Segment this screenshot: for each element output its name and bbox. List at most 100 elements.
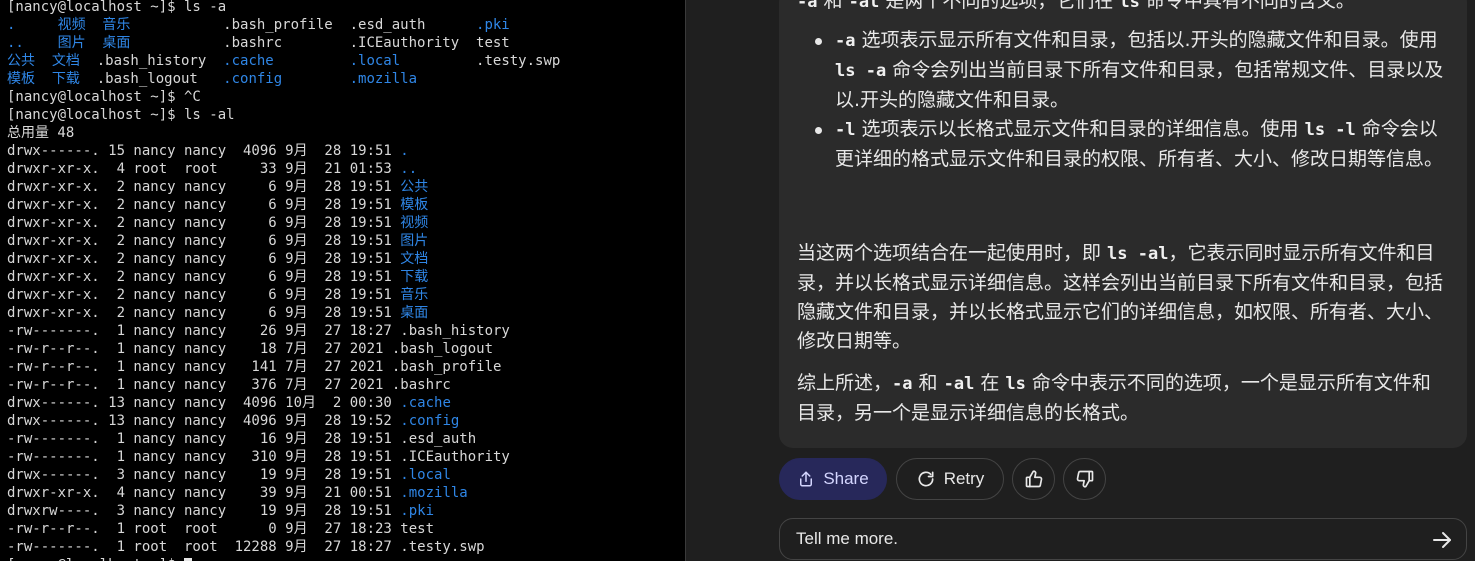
directory-name: 下载 (400, 269, 429, 285)
bullet-dot (815, 127, 822, 134)
terminal-text: [nancy@localhost ~]$ ls -al (7, 107, 235, 123)
inline-code: -a (797, 0, 818, 12)
inline-code: -l (835, 120, 856, 140)
directory-name: .. (7, 35, 58, 51)
text-run: 综上所述， (797, 372, 893, 394)
text-run: 和 (912, 372, 944, 394)
directory-name: .mozilla (400, 485, 468, 501)
terminal-text: -rw-r--r--. 1 nancy nancy 18 7月 27 2021 … (7, 341, 494, 357)
text-run: 和 (817, 0, 849, 12)
terminal-text: drwx------. 15 nancy nancy 4096 9月 28 19… (7, 143, 401, 159)
terminal-line: -rw-------. 1 nancy nancy 16 9月 28 19:51… (7, 430, 560, 448)
directory-name: 音乐 (400, 287, 429, 303)
thumbs-up-button[interactable] (1012, 458, 1055, 500)
thumbs-up-icon (1024, 469, 1044, 489)
terminal-line: -rw-r--r--. 1 nancy nancy 376 7月 27 2021… (7, 376, 560, 394)
inline-code: -a (892, 374, 913, 394)
terminal-text: [nancy@localhost ~]$ ls -a (7, 0, 227, 15)
terminal-line: -rw-r--r--. 1 nancy nancy 18 7月 27 2021 … (7, 340, 560, 358)
inline-code: -al (943, 374, 975, 394)
directory-name: 图片 (400, 233, 429, 249)
terminal-line: -rw-------. 1 nancy nancy 26 9月 27 18:27… (7, 322, 560, 340)
inline-code: -a (835, 31, 856, 51)
chat-panel: -a 和 -al 是两个不同的选项，它们在 ls 命令中具有不同的含义。 -a … (686, 0, 1475, 561)
text-run: 是两个不同的选项，它们在 (879, 0, 1120, 12)
terminal-line: [nancy@localhost ~]$ ls -a (7, 0, 560, 16)
share-icon (797, 470, 815, 488)
terminal-text: 总用量 48 (7, 125, 75, 141)
terminal-text: drwxr-xr-x. 2 nancy nancy 6 9月 28 19:51 (7, 287, 401, 303)
directory-name: 模板 下载 (7, 71, 80, 87)
arrow-right-icon (1430, 532, 1454, 556)
terminal-line: drwxr-xr-x. 2 nancy nancy 6 9月 28 19:51 … (7, 286, 560, 304)
terminal-text: drwxr-xr-x. 4 nancy nancy 39 9月 21 00:51 (7, 485, 401, 501)
terminal-text: -rw-r--r--. 1 nancy nancy 141 7月 27 2021… (7, 359, 502, 375)
terminal-text: drwxr-xr-x. 2 nancy nancy 6 9月 28 19:51 (7, 197, 401, 213)
terminal-line: [nancy@localhost ~]$ ls -al (7, 106, 560, 124)
retry-icon (916, 469, 936, 489)
text-run: 命令中具有不同的含义。 (1139, 0, 1355, 12)
retry-button[interactable]: Retry (896, 458, 1004, 500)
terminal-line: drwx------. 3 nancy nancy 19 9月 28 19:51… (7, 466, 560, 484)
directory-name: 视频 (400, 215, 429, 231)
chat-input-box (779, 518, 1467, 560)
terminal-line: .. 图片 桌面 .bashrc .ICEauthority test (7, 34, 560, 52)
terminal-text: drwxr-xr-x. 2 nancy nancy 6 9月 28 19:51 (7, 215, 401, 231)
terminal-line: -rw-r--r--. 1 root root 0 9月 27 18:23 te… (7, 520, 560, 538)
terminal-line: drwxr-xr-x. 2 nancy nancy 6 9月 28 19:51 … (7, 232, 560, 250)
terminal-text: drwx------. 13 nancy nancy 4096 10月 2 00… (7, 395, 401, 411)
terminal-text: drwxr-xr-x. 2 nancy nancy 6 9月 28 19:51 (7, 305, 401, 321)
answer-bullet-list: -a 选项表示显示所有文件和目录，包括以.开头的隐藏文件和目录。使用 ls -a… (797, 26, 1447, 174)
directory-name: 公共 文档 (7, 53, 80, 69)
chat-input[interactable] (796, 519, 1416, 559)
inline-code: ls -a (835, 61, 887, 81)
bullet-dot (815, 38, 822, 45)
terminal-line: [nancy@localhost ~]$ ^C (7, 88, 560, 106)
terminal-text: .bash_profile .esd_auth (130, 17, 477, 33)
terminal-window[interactable]: [nancy@localhost ~]$ ls -a. 视频 音乐 .bash_… (0, 0, 685, 561)
terminal-line: . 视频 音乐 .bash_profile .esd_auth .pki (7, 16, 560, 34)
inline-code: ls -al (1107, 244, 1169, 264)
directory-name: . (400, 143, 409, 159)
answer-intro: -a 和 -al 是两个不同的选项，它们在 ls 命令中具有不同的含义。 (797, 0, 1447, 17)
directory-name: .local (400, 467, 451, 483)
directory-name: 视频 音乐 (57, 17, 131, 33)
terminal-output: [nancy@localhost ~]$ ls -a. 视频 音乐 .bash_… (7, 0, 560, 561)
thumbs-down-button[interactable] (1063, 458, 1106, 500)
terminal-line: drwxr-xr-x. 2 nancy nancy 6 9月 28 19:51 … (7, 304, 560, 322)
terminal-line: -rw-------. 1 root root 12288 9月 27 18:2… (7, 538, 560, 556)
terminal-line: -rw-r--r--. 1 nancy nancy 141 7月 27 2021… (7, 358, 560, 376)
directory-name: .. (400, 161, 418, 177)
answer-bullet-l: -l 选项表示以长格式显示文件和目录的详细信息。使用 ls -l 命令会以更详细… (797, 115, 1447, 174)
directory-name: .cache (223, 53, 274, 69)
directory-name: 文档 (400, 251, 429, 267)
inline-code: ls (1005, 374, 1026, 394)
terminal-text: -rw-------. 1 nancy nancy 26 9月 27 18:27… (7, 323, 510, 339)
answer-bullet-a: -a 选项表示显示所有文件和目录，包括以.开头的隐藏文件和目录。使用 ls -a… (797, 26, 1447, 115)
terminal-text: drwxr-xr-x. 4 root root 33 9月 21 01:53 (7, 161, 401, 177)
directory-name: 桌面 (400, 305, 429, 321)
terminal-text: -rw-------. 1 nancy nancy 310 9月 28 19:5… (7, 449, 510, 465)
terminal-text: -rw-------. 1 root root 12288 9月 27 18:2… (7, 539, 485, 555)
share-button[interactable]: Share (779, 458, 887, 500)
text-run: 命令会列出当前目录下所有文件和目录，包括常规文件、目录以及以.开头的隐藏文件和目… (835, 59, 1444, 111)
terminal-line: drwxr-xr-x. 2 nancy nancy 6 9月 28 19:51 … (7, 250, 560, 268)
terminal-line: drwxr-xr-x. 2 nancy nancy 6 9月 28 19:51 … (7, 268, 560, 286)
terminal-text: drwxr-xr-x. 2 nancy nancy 6 9月 28 19:51 (7, 179, 401, 195)
terminal-text: [nancy@localhost ~]$ ^C (7, 89, 201, 105)
directory-name: 模板 (400, 197, 429, 213)
answer-paragraph-combined: 当这两个选项结合在一起使用时，即 ls -al，它表示同时显示所有文件和目录，并… (797, 239, 1447, 356)
terminal-line: -rw-------. 1 nancy nancy 310 9月 28 19:5… (7, 448, 560, 466)
send-button[interactable] (1430, 528, 1454, 552)
terminal-text: drwxr-xr-x. 2 nancy nancy 6 9月 28 19:51 (7, 233, 401, 249)
terminal-text: drwxr-xr-x. 2 nancy nancy 6 9月 28 19:51 (7, 251, 401, 267)
terminal-text: .bash_history (79, 53, 224, 69)
terminal-line: 总用量 48 (7, 124, 560, 142)
terminal-text: .bash_logout (79, 71, 224, 87)
inline-code: ls (1119, 0, 1140, 12)
assistant-message: -a 和 -al 是两个不同的选项，它们在 ls 命令中具有不同的含义。 -a … (779, 0, 1467, 448)
terminal-text: .bashrc .ICEauthority test (130, 35, 510, 51)
terminal-text: drwxr-xr-x. 2 nancy nancy 6 9月 28 19:51 (7, 269, 401, 285)
terminal-line: drwx------. 13 nancy nancy 4096 9月 28 19… (7, 412, 560, 430)
